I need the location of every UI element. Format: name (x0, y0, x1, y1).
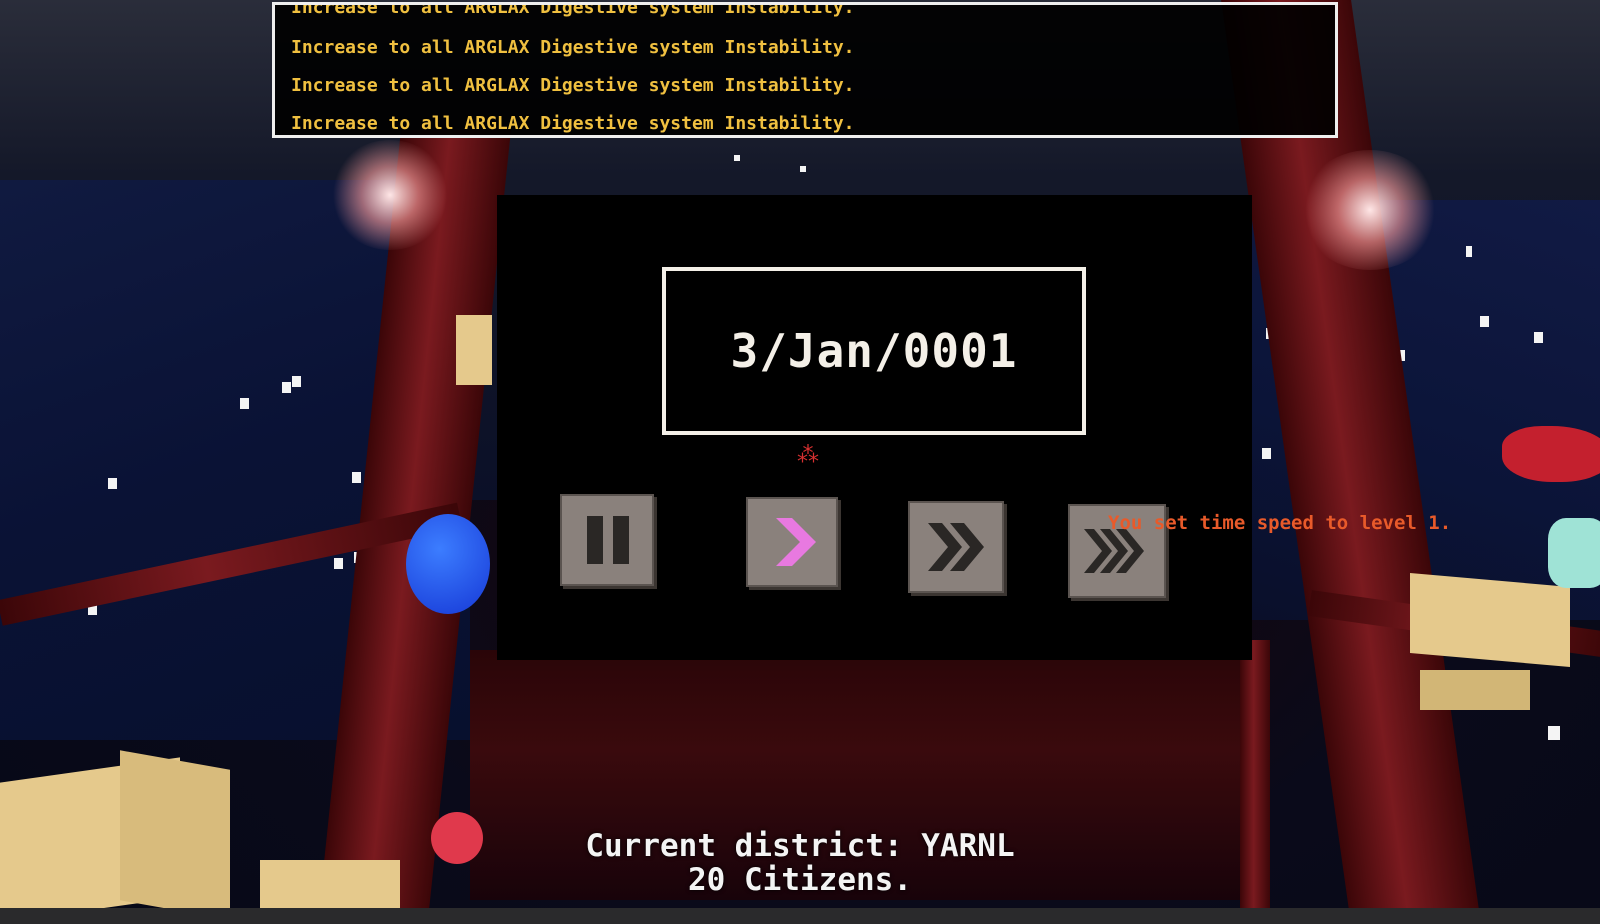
pillar-light (330, 140, 450, 250)
cargo-crate (456, 315, 492, 385)
building-window (240, 398, 249, 409)
district-name: Current district: YARNL (585, 828, 1015, 864)
pause-button[interactable] (560, 494, 654, 586)
speed-1-button[interactable] (746, 497, 838, 587)
speed-2-button[interactable] (908, 501, 1004, 593)
red-creature (1502, 426, 1600, 482)
bottom-bar (0, 908, 1600, 924)
building-window (1466, 246, 1472, 257)
building-window (334, 558, 343, 569)
pillar-light (1300, 150, 1440, 270)
event-log-line: Increase to all ARGLAX Digestive system … (291, 37, 855, 58)
date-display: 3/Jan/0001 (662, 267, 1086, 435)
cargo-crate (1420, 670, 1530, 710)
building-window (1262, 448, 1271, 459)
event-log-line: Increase to all ARGLAX Digestive system … (291, 113, 855, 134)
building-window (1534, 332, 1543, 343)
game-viewport[interactable]: Increase to all ARGLAX Digestive system … (0, 0, 1600, 924)
building-window (292, 376, 301, 387)
blue-orb (406, 514, 490, 614)
building-window (352, 472, 361, 483)
building-window (1480, 316, 1489, 327)
cargo-crate (1410, 573, 1570, 667)
current-date: 3/Jan/0001 (730, 324, 1018, 378)
event-log-panel[interactable]: Increase to all ARGLAX Digestive system … (272, 2, 1338, 138)
building-window (1548, 726, 1560, 740)
event-log-line: Increase to all ARGLAX Digestive system … (291, 2, 855, 18)
notification-message: You set time speed to level 1. (1108, 512, 1452, 534)
building-window (108, 478, 117, 489)
pause-icon (587, 516, 629, 564)
crosshair-cursor-icon: ⁂ (797, 443, 819, 468)
building-window (734, 155, 740, 161)
single-chevron-icon (776, 518, 816, 566)
citizen-count: 20 Citizens. (688, 862, 912, 898)
building-window (800, 166, 806, 172)
teal-object (1548, 518, 1600, 588)
double-chevron-icon (928, 523, 984, 571)
building-window (282, 382, 291, 393)
event-log-line: Increase to all ARGLAX Digestive system … (291, 75, 855, 96)
